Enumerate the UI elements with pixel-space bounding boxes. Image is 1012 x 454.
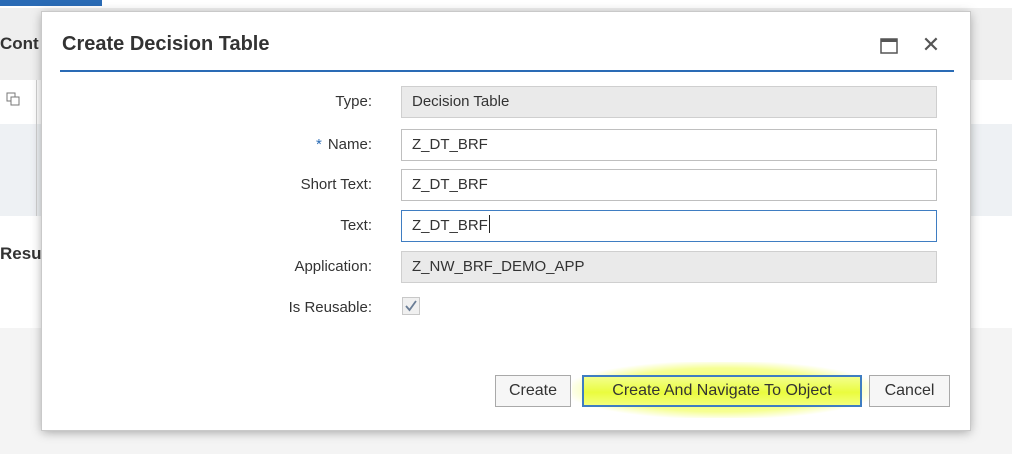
background-active-tab-indicator xyxy=(0,0,102,6)
form-row-short-text: Short Text: Z_DT_BRF xyxy=(42,168,970,202)
text-input[interactable]: Z_DT_BRF xyxy=(401,210,937,242)
copy-icon xyxy=(6,92,20,106)
maximize-icon[interactable] xyxy=(880,38,898,54)
name-input[interactable]: Z_DT_BRF xyxy=(401,129,937,161)
required-indicator: * xyxy=(315,136,322,153)
text-input-value: Z_DT_BRF xyxy=(412,217,488,234)
type-label: Type: xyxy=(335,93,372,110)
close-icon[interactable]: ✕ xyxy=(920,34,942,56)
form-row-type: Type: Decision Table xyxy=(42,85,970,119)
checkmark-icon xyxy=(405,300,417,312)
background-section-heading: Cont xyxy=(0,34,39,53)
type-field: Decision Table xyxy=(401,86,937,118)
background-section-heading: Resu xyxy=(0,244,42,263)
short-text-label: Short Text: xyxy=(300,176,372,193)
create-button[interactable]: Create xyxy=(495,375,571,407)
name-label-text: Name: xyxy=(327,136,372,153)
application-label: Application: xyxy=(294,258,372,275)
form-row-application: Application: Z_NW_BRF_DEMO_APP xyxy=(42,250,970,284)
is-reusable-label: Is Reusable: xyxy=(288,299,372,316)
form-row-name: * Name: Z_DT_BRF xyxy=(42,128,970,162)
title-underline xyxy=(60,70,954,72)
dialog-title: Create Decision Table xyxy=(62,33,270,55)
create-and-navigate-button[interactable]: Create And Navigate To Object xyxy=(582,375,862,407)
text-label: Text: xyxy=(340,217,372,234)
cancel-button[interactable]: Cancel xyxy=(869,375,950,407)
background-divider xyxy=(36,80,37,216)
is-reusable-checkbox[interactable] xyxy=(402,297,420,315)
name-label: * Name: xyxy=(316,128,372,162)
application-field: Z_NW_BRF_DEMO_APP xyxy=(401,251,937,283)
text-cursor xyxy=(488,215,490,233)
short-text-input[interactable]: Z_DT_BRF xyxy=(401,169,937,201)
form-row-text: Text: Z_DT_BRF xyxy=(42,209,970,243)
form-row-is-reusable: Is Reusable: xyxy=(42,291,970,325)
create-decision-table-dialog: Create Decision Table ✕ Type: Decision T… xyxy=(42,12,970,430)
